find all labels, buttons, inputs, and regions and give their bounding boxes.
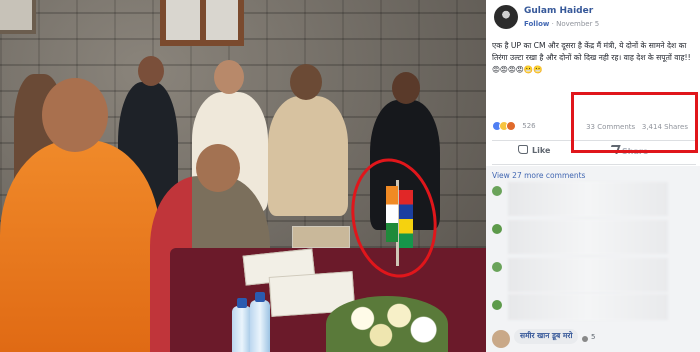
like-thumb-icon bbox=[518, 145, 528, 154]
blurred-comment bbox=[508, 220, 668, 254]
blurred-comment bbox=[508, 182, 668, 216]
view-more-comments-link[interactable]: View 27 more comments bbox=[492, 171, 585, 180]
post-text: एक है UP का CM और दूसरा है केंद्र मैं मं… bbox=[492, 41, 691, 74]
saffron-robed-person bbox=[0, 140, 160, 352]
comment-bubble[interactable]: समीर खान डूब मरो bbox=[514, 329, 579, 344]
commenter-avatar[interactable] bbox=[492, 330, 510, 348]
standing-person-3-head bbox=[290, 64, 322, 100]
comment-reaction-icon bbox=[582, 336, 588, 342]
door bbox=[0, 0, 36, 34]
folder bbox=[292, 226, 350, 248]
blurred-comment bbox=[508, 258, 668, 292]
blurred-comment bbox=[508, 294, 668, 320]
comment-reaction-count[interactable]: 5 bbox=[591, 333, 595, 341]
standing-person-4-head bbox=[392, 72, 420, 104]
comment-avatar-blurred bbox=[492, 300, 502, 310]
post-date[interactable]: November 5 bbox=[556, 20, 599, 28]
comment-avatar-blurred bbox=[492, 224, 502, 234]
comment-avatar-blurred bbox=[492, 262, 502, 272]
saffron-robed-person-head bbox=[42, 78, 108, 152]
news-photo bbox=[0, 0, 486, 352]
angry-reaction-icon[interactable] bbox=[506, 121, 516, 131]
like-button[interactable]: Like bbox=[518, 145, 550, 155]
like-label: Like bbox=[532, 146, 551, 155]
comment-avatar-blurred bbox=[492, 186, 502, 196]
standing-person-2-head bbox=[214, 60, 244, 94]
water-bottle-2 bbox=[250, 292, 270, 352]
avatar-icon[interactable] bbox=[494, 5, 518, 29]
author-name[interactable]: Gulam Haider bbox=[524, 6, 593, 16]
post-header: Gulam Haider Follow · November 5 bbox=[494, 5, 698, 35]
stats-highlight-box bbox=[571, 92, 698, 153]
signing-person-head bbox=[196, 144, 240, 192]
post-meta: Follow · November 5 bbox=[524, 20, 599, 28]
reaction-count[interactable]: 526 bbox=[522, 122, 535, 130]
window bbox=[160, 0, 244, 46]
standing-person-3 bbox=[268, 96, 348, 216]
standing-person-1-head bbox=[138, 56, 164, 86]
flower-arrangement bbox=[326, 296, 448, 352]
water-bottle-1 bbox=[232, 298, 252, 352]
follow-button[interactable]: Follow bbox=[524, 20, 549, 28]
divider bbox=[492, 164, 696, 165]
facebook-post: Gulam Haider Follow · November 5 एक है U… bbox=[486, 0, 700, 352]
comments-area: View 27 more comments bbox=[486, 166, 700, 352]
